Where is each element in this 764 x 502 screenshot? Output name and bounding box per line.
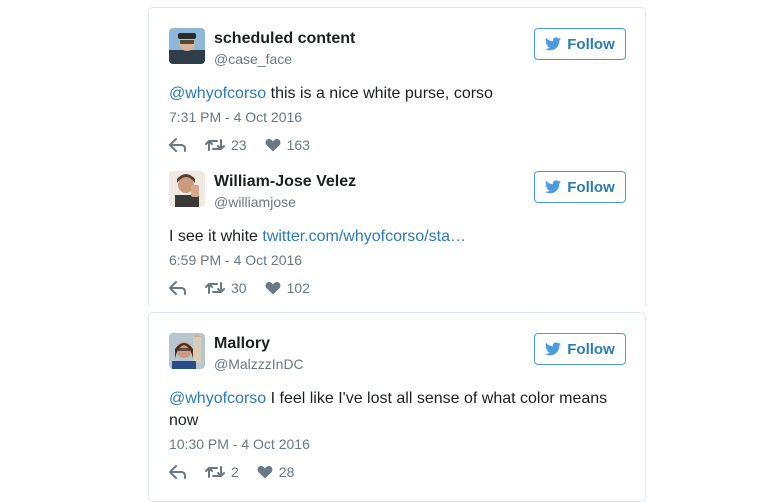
heart-icon — [265, 139, 281, 152]
timestamp[interactable]: 7:31 PM - 4 Oct 2016 — [169, 109, 302, 125]
display-name[interactable]: Mallory — [214, 335, 270, 353]
retweet-button[interactable]: 30 — [205, 280, 247, 296]
like-button[interactable]: 28 — [257, 464, 295, 480]
retweet-count: 2 — [231, 464, 239, 480]
display-name[interactable]: William-Jose Velez — [214, 173, 356, 191]
tweet-actions: 23 163 — [169, 135, 328, 155]
retweet-button[interactable]: 23 — [205, 137, 247, 153]
avatar[interactable] — [169, 28, 205, 64]
retweet-count: 30 — [231, 280, 247, 296]
reply-icon — [169, 138, 186, 152]
heart-icon — [257, 466, 273, 479]
follow-button[interactable]: Follow — [534, 171, 626, 203]
like-count: 28 — [278, 464, 295, 480]
reply-button[interactable] — [169, 138, 187, 152]
retweet-count: 23 — [231, 137, 247, 153]
twitter-bird-icon — [545, 180, 562, 194]
twitter-bird-icon — [545, 37, 562, 51]
heart-icon — [265, 282, 281, 295]
user-handle[interactable]: @williamjose — [214, 194, 296, 210]
avatar[interactable] — [169, 333, 205, 369]
tweet-actions: 30 102 — [169, 278, 328, 298]
tweet-text: @whyofcorso this is a nice white purse, … — [169, 85, 493, 102]
follow-label: Follow — [567, 178, 615, 196]
url-link[interactable]: twitter.com/whyofcorso/sta… — [262, 228, 466, 245]
mention-link[interactable]: @whyofcorso — [169, 85, 266, 102]
follow-label: Follow — [567, 35, 615, 53]
like-count: 102 — [286, 280, 310, 296]
reply-button[interactable] — [169, 465, 187, 479]
like-button[interactable]: 102 — [265, 280, 310, 296]
like-button[interactable]: 163 — [265, 137, 310, 153]
retweet-icon — [205, 282, 225, 294]
mention-link[interactable]: @whyofcorso — [169, 390, 266, 407]
reply-icon — [169, 465, 186, 479]
tweet-card-2: Mallory @MalzzzInDC Follow @whyofcorso I… — [148, 312, 646, 502]
twitter-bird-icon — [545, 342, 562, 356]
reply-icon — [169, 281, 186, 295]
tweet-text: @whyofcorso I feel like I've lost all se… — [169, 390, 608, 429]
display-name[interactable]: scheduled content — [214, 30, 355, 48]
avatar[interactable] — [169, 171, 205, 207]
user-handle[interactable]: @case_face — [214, 51, 292, 67]
follow-button[interactable]: Follow — [534, 333, 626, 365]
tweet-actions: 2 28 — [169, 462, 312, 482]
timestamp[interactable]: 6:59 PM - 4 Oct 2016 — [169, 252, 302, 268]
retweet-button[interactable]: 2 — [205, 464, 239, 480]
like-count: 163 — [286, 137, 310, 153]
user-handle[interactable]: @MalzzzInDC — [214, 356, 304, 372]
tweet-card-1: scheduled content @case_face Follow @why… — [148, 7, 646, 306]
retweet-icon — [205, 466, 225, 478]
reply-button[interactable] — [169, 281, 187, 295]
follow-button[interactable]: Follow — [534, 28, 626, 60]
follow-label: Follow — [567, 340, 615, 358]
retweet-icon — [205, 139, 225, 151]
timestamp[interactable]: 10:30 PM - 4 Oct 2016 — [169, 436, 310, 452]
tweet-text: I see it white twitter.com/whyofcorso/st… — [169, 228, 466, 245]
